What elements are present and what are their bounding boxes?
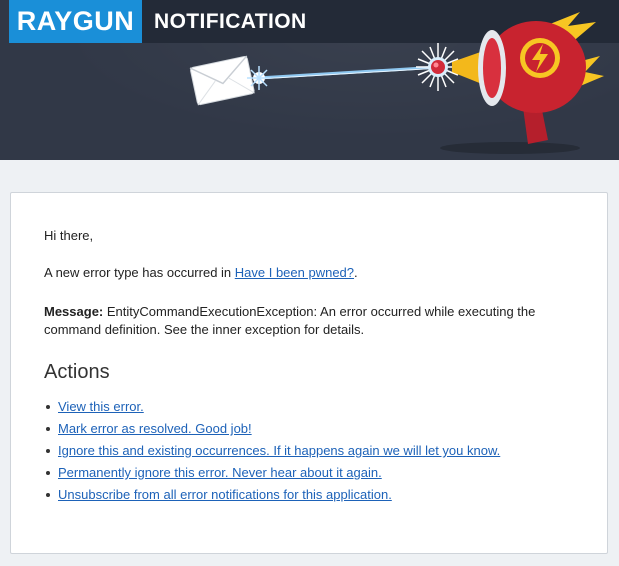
- raygun-icon: [452, 12, 604, 144]
- list-item: Unsubscribe from all error notifications…: [45, 486, 500, 508]
- ignore-existing-link[interactable]: Ignore this and existing occurrences. If…: [58, 443, 500, 458]
- unsubscribe-link[interactable]: Unsubscribe from all error notifications…: [58, 487, 392, 502]
- view-error-link[interactable]: View this error.: [58, 399, 144, 414]
- message-label: Message:: [44, 304, 104, 319]
- list-item: Mark error as resolved. Good job!: [45, 420, 500, 442]
- list-item: Ignore this and existing occurrences. If…: [45, 442, 500, 464]
- new-error-line: A new error type has occurred in Have I …: [44, 265, 358, 280]
- list-item: Permanently ignore this error. Never hea…: [45, 464, 500, 486]
- new-error-prefix: A new error type has occurred in: [44, 265, 235, 280]
- new-error-suffix: .: [354, 265, 358, 280]
- email-header: RAYGUN NOTIFICATION: [0, 0, 619, 160]
- permanently-ignore-link[interactable]: Permanently ignore this error. Never hea…: [58, 465, 382, 480]
- raygun-illustration: [189, 12, 604, 154]
- error-message: Message: EntityCommandExecutionException…: [44, 303, 584, 339]
- envelope-icon: [189, 55, 255, 106]
- email-card: Hi there, A new error type has occurred …: [10, 192, 608, 554]
- actions-heading: Actions: [44, 361, 110, 383]
- shadow: [440, 142, 580, 154]
- greeting: Hi there,: [44, 228, 94, 243]
- app-link[interactable]: Have I been pwned?: [235, 265, 354, 280]
- actions-list: View this error. Mark error as resolved.…: [44, 398, 500, 508]
- list-item: View this error.: [45, 398, 500, 420]
- mark-resolved-link[interactable]: Mark error as resolved. Good job!: [58, 421, 252, 436]
- message-text: EntityCommandExecutionException: An erro…: [44, 304, 536, 337]
